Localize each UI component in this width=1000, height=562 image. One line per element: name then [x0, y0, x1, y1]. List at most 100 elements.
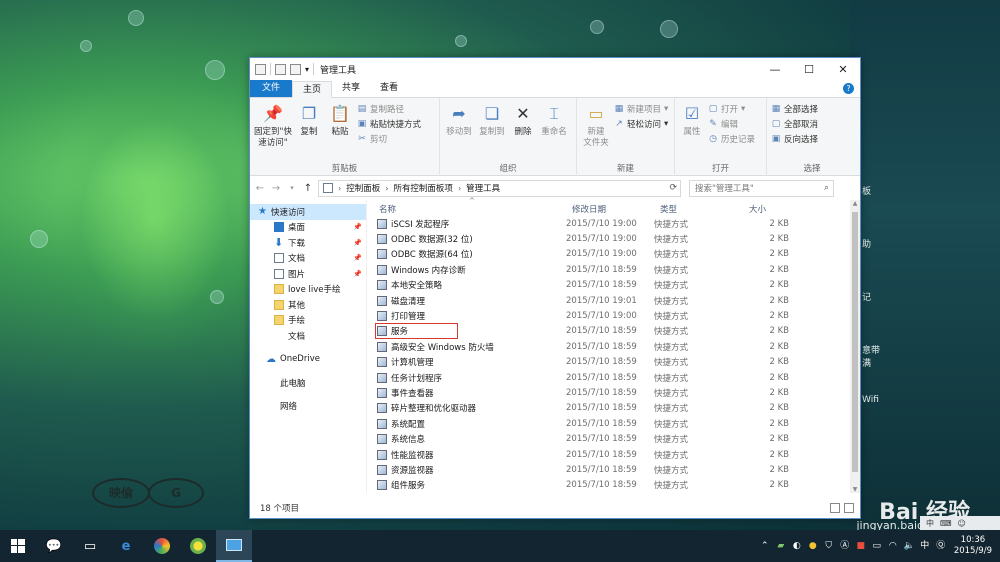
- breadcrumb-item[interactable]: 所有控制面板项: [393, 182, 453, 194]
- nav-item-folder[interactable]: 其他: [250, 297, 366, 313]
- vertical-scrollbar[interactable]: ▲ ▼: [850, 200, 860, 493]
- start-button[interactable]: [0, 530, 36, 562]
- nav-network[interactable]: 网络: [250, 399, 366, 415]
- up-arrow-icon[interactable]: ↑: [302, 183, 314, 194]
- paste-shortcut-button[interactable]: ▣ 粘贴快捷方式: [357, 118, 421, 130]
- battery-icon[interactable]: ▭: [872, 541, 882, 551]
- column-modified[interactable]: 修改日期: [572, 203, 606, 215]
- close-button[interactable]: ✕: [826, 58, 860, 80]
- tab-file[interactable]: 文件: [250, 80, 293, 97]
- desktop-icon-label[interactable]: 意带 满: [862, 343, 880, 369]
- large-icons-view-icon[interactable]: [844, 503, 854, 513]
- details-view-icon[interactable]: [830, 503, 840, 513]
- desktop-icon-label[interactable]: Wifi: [862, 395, 879, 405]
- nav-item-folder[interactable]: love live手绘: [250, 282, 366, 298]
- volume-icon[interactable]: 🔈: [904, 541, 915, 551]
- nav-item-documents-2[interactable]: 文档: [250, 328, 366, 344]
- recent-chevron-icon[interactable]: ▾: [286, 184, 298, 192]
- file-row[interactable]: Windows 内存诊断 2015/7/10 18:59 快捷方式 2 KB: [373, 262, 860, 277]
- properties-quick-icon[interactable]: [275, 63, 286, 75]
- browser-app-button[interactable]: [144, 530, 180, 562]
- chevron-down-icon[interactable]: ▾: [305, 65, 309, 74]
- cut-button[interactable]: ✂ 剪切: [357, 133, 421, 145]
- file-row[interactable]: 碎片整理和优化驱动器 2015/7/10 18:59 快捷方式 2 KB: [373, 401, 860, 416]
- file-row[interactable]: 组件服务 2015/7/10 18:59 快捷方式 2 KB: [373, 478, 860, 493]
- file-row[interactable]: 本地安全策略 2015/7/10 18:59 快捷方式 2 KB: [373, 278, 860, 293]
- task-view-button[interactable]: ▭: [72, 530, 108, 562]
- scroll-thumb[interactable]: [852, 212, 858, 472]
- file-row[interactable]: 资源监视器 2015/7/10 18:59 快捷方式 2 KB: [373, 462, 860, 477]
- tray-app-icon[interactable]: Ⓐ: [840, 541, 850, 551]
- chevron-up-icon[interactable]: ⌃: [760, 541, 770, 551]
- file-row[interactable]: 事件查看器 2015/7/10 18:59 快捷方式 2 KB: [373, 385, 860, 400]
- history-button[interactable]: ◷ 历史记录: [708, 133, 755, 145]
- desktop-icon-label[interactable]: 助: [862, 237, 871, 250]
- nav-item-folder[interactable]: 手绘: [250, 313, 366, 329]
- file-row[interactable]: 任务计划程序 2015/7/10 18:59 快捷方式 2 KB: [373, 370, 860, 385]
- file-row[interactable]: 计算机管理 2015/7/10 18:59 快捷方式 2 KB: [373, 355, 860, 370]
- input-method-icon[interactable]: Ⓠ: [936, 541, 946, 551]
- nav-item-documents[interactable]: 文档 📌: [250, 251, 366, 267]
- tray-app-icon[interactable]: ●: [808, 541, 818, 551]
- breadcrumb-item[interactable]: 控制面板: [346, 182, 380, 194]
- select-all-button[interactable]: ▦ 全部选择: [771, 103, 818, 115]
- file-row[interactable]: 服务 2015/7/10 18:59 快捷方式 2 KB: [373, 323, 860, 340]
- shield-icon[interactable]: ⛉: [824, 541, 834, 551]
- column-type[interactable]: 类型: [660, 203, 677, 215]
- title-bar[interactable]: ▾ 管理工具 — ☐ ✕: [250, 58, 860, 80]
- explorer-window[interactable]: ▾ 管理工具 — ☐ ✕ 文件 主页 共享 查看 ? 📌 固定到"快 速访问" …: [249, 57, 861, 519]
- app-button[interactable]: [180, 530, 216, 562]
- scroll-down-icon[interactable]: ▼: [850, 486, 860, 493]
- tab-share[interactable]: 共享: [332, 80, 370, 97]
- open-button[interactable]: ▢ 打开 ▾: [708, 103, 755, 115]
- tray-app-icon[interactable]: ◐: [792, 541, 802, 551]
- refresh-icon[interactable]: ⟳: [669, 183, 677, 193]
- file-row[interactable]: 高级安全 Windows 防火墙 2015/7/10 18:59 快捷方式 2 KB: [373, 339, 860, 354]
- invert-selection-button[interactable]: ▣ 反向选择: [771, 133, 818, 145]
- clock[interactable]: 10:36 2015/9/9: [954, 535, 992, 557]
- back-arrow-icon[interactable]: ←: [254, 183, 266, 194]
- column-name[interactable]: 名称: [379, 203, 396, 215]
- search-input[interactable]: 搜索"管理工具" ⌕: [689, 179, 834, 197]
- forward-arrow-icon[interactable]: →: [270, 183, 282, 194]
- tray-app-icon[interactable]: ▰: [776, 541, 786, 551]
- scroll-up-icon[interactable]: ▲: [850, 200, 860, 207]
- desktop-icon-label[interactable]: 记: [862, 290, 871, 303]
- file-row[interactable]: ODBC 数据源(32 位) 2015/7/10 19:00 快捷方式 2 KB: [373, 231, 860, 246]
- edge-button[interactable]: e: [108, 530, 144, 562]
- ime-indicator[interactable]: 中: [920, 541, 930, 551]
- column-size[interactable]: 大小: [749, 203, 766, 215]
- desktop-icon-label[interactable]: 板: [862, 184, 871, 197]
- file-row[interactable]: 性能监视器 2015/7/10 18:59 快捷方式 2 KB: [373, 447, 860, 462]
- address-bar[interactable]: › 控制面板 › 所有控制面板项 › 管理工具 ⟳: [318, 179, 681, 197]
- file-row[interactable]: 系统信息 2015/7/10 18:59 快捷方式 2 KB: [373, 431, 860, 446]
- tray-app-icon[interactable]: ■: [856, 541, 866, 551]
- explorer-taskbar-button[interactable]: [216, 530, 252, 562]
- minimize-button[interactable]: —: [758, 58, 792, 80]
- edit-button[interactable]: ✎ 编辑: [708, 118, 755, 130]
- nav-onedrive[interactable]: ☁ OneDrive: [250, 352, 366, 368]
- file-row[interactable]: iSCSI 发起程序 2015/7/10 19:00 快捷方式 2 KB: [373, 216, 860, 231]
- nav-this-pc[interactable]: 此电脑: [250, 375, 366, 391]
- tab-view[interactable]: 查看: [370, 80, 408, 97]
- help-icon[interactable]: ?: [843, 83, 854, 94]
- new-folder-quick-icon[interactable]: [290, 63, 301, 75]
- ime-toolbar[interactable]: 中 ⌨ ☺: [920, 516, 1000, 530]
- file-row[interactable]: 系统配置 2015/7/10 18:59 快捷方式 2 KB: [373, 416, 860, 431]
- select-none-button[interactable]: ▢ 全部取消: [771, 118, 818, 130]
- tab-home[interactable]: 主页: [292, 81, 333, 98]
- new-item-button[interactable]: ▦ 新建项目 ▾: [614, 103, 669, 115]
- nav-quick-access[interactable]: ★ 快速访问: [250, 204, 366, 220]
- file-row[interactable]: ODBC 数据源(64 位) 2015/7/10 19:00 快捷方式 2 KB: [373, 247, 860, 262]
- nav-item-desktop[interactable]: 桌面 📌: [250, 220, 366, 236]
- easy-access-button[interactable]: ↗ 轻松访问 ▾: [614, 118, 668, 130]
- file-row[interactable]: 打印管理 2015/7/10 19:00 快捷方式 2 KB: [373, 308, 860, 323]
- nav-item-pictures[interactable]: 图片 📌: [250, 266, 366, 282]
- wifi-icon[interactable]: ◠: [888, 541, 898, 551]
- file-row[interactable]: 磁盘清理 2015/7/10 19:01 快捷方式 2 KB: [373, 293, 860, 308]
- maximize-button[interactable]: ☐: [792, 58, 826, 80]
- cortana-button[interactable]: 💬: [36, 530, 72, 562]
- nav-item-downloads[interactable]: ⬇ 下载 📌: [250, 235, 366, 251]
- copy-path-button[interactable]: ▤ 复制路径: [357, 103, 421, 115]
- breadcrumb-item[interactable]: 管理工具: [466, 182, 500, 194]
